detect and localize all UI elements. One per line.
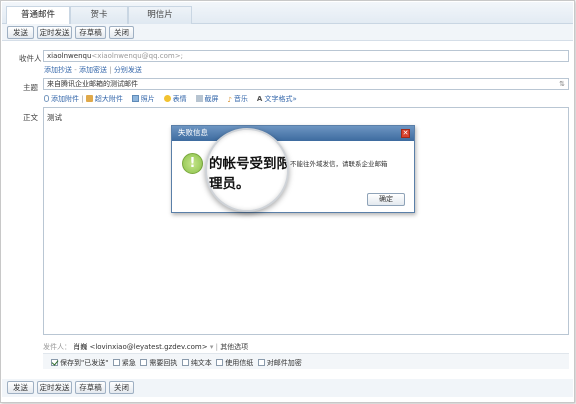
- close-icon[interactable]: ✕: [401, 129, 410, 138]
- checkbox[interactable]: [181, 359, 189, 366]
- dialog-title: 失败信息: [172, 126, 414, 141]
- magnifier-lens: 的帐号受到限制 理员。: [205, 128, 289, 212]
- chevron-right-icon: »: [292, 95, 297, 103]
- recipient-input[interactable]: xiaolnwenqu<xiaolnwenqu@qq.com>;: [43, 50, 569, 62]
- sender-label: 发件人：: [43, 343, 71, 351]
- recipient-label: 收件人: [19, 54, 42, 63]
- screenshot-link[interactable]: 截屏: [195, 95, 219, 103]
- option-stationery[interactable]: 使用信纸: [216, 359, 253, 367]
- options-list: 保存到"已发送" 紧急 需要回执 纯文本 使用信纸 对邮件加密: [51, 358, 302, 368]
- body-text: 测试: [47, 113, 62, 122]
- large-attachment-icon: [85, 95, 93, 102]
- add-bcc-link[interactable]: 添加密送: [79, 66, 107, 74]
- sender-email[interactable]: <lovinxiao@leyatest.gzdev.com>: [89, 343, 207, 351]
- save-draft-button[interactable]: 存草稿: [75, 381, 106, 394]
- checkbox[interactable]: [140, 359, 148, 366]
- subject-style-icon[interactable]: ⇅: [559, 79, 565, 89]
- send-button[interactable]: 发送: [7, 381, 34, 394]
- tab-postcard[interactable]: 明信片: [128, 6, 192, 24]
- emoji-link[interactable]: 表情: [163, 95, 187, 103]
- body-label: 正文: [23, 113, 38, 122]
- options-row: 保存到"已发送" 紧急 需要回执 纯文本 使用信纸 对邮件加密: [43, 353, 569, 369]
- text-format-link[interactable]: A 文字格式»: [257, 95, 297, 103]
- checkbox[interactable]: [51, 359, 58, 366]
- sender-row: 发件人： 肖巍 <lovinxiao@leyatest.gzdev.com> ▾…: [43, 342, 248, 352]
- attachment-bar: 添加附件 | 超大附件 照片 表情 截屏 ♪ 音乐 A 文字格式»: [44, 94, 297, 104]
- dialog-message-magnified-line1: 的帐号受到限制: [209, 156, 289, 172]
- option-plain-text[interactable]: 纯文本: [181, 359, 212, 367]
- tab-greeting-card[interactable]: 贺卡: [70, 6, 128, 24]
- checkbox[interactable]: [216, 359, 224, 366]
- photo-link[interactable]: 照片: [131, 95, 155, 103]
- large-attachment-link[interactable]: 超大附件: [85, 95, 123, 103]
- subject-input[interactable]: 来自腾讯企业邮箱的测试邮件 ⇅: [43, 78, 569, 90]
- option-save-sent[interactable]: 保存到"已发送": [51, 359, 108, 367]
- save-draft-button[interactable]: 存草稿: [75, 26, 106, 39]
- link-separator: |: [215, 343, 218, 351]
- tab-normal-mail[interactable]: 普通邮件: [6, 6, 70, 25]
- recipient-address: <xiaolnwenqu@qq.com>;: [91, 52, 183, 60]
- top-toolbar: 发送 定时发送 存草稿 关闭: [2, 24, 573, 40]
- sender-name: 肖巍: [73, 343, 88, 351]
- close-button[interactable]: 关闭: [109, 26, 134, 39]
- music-note-icon: ♪: [227, 96, 232, 104]
- recipient-name: xiaolnwenqu: [47, 52, 92, 60]
- subject-label: 主题: [23, 83, 38, 92]
- close-button[interactable]: 关闭: [109, 381, 134, 394]
- checkbox[interactable]: [257, 359, 265, 366]
- scheduled-send-button[interactable]: 定时发送: [37, 26, 72, 39]
- bottom-toolbar: 发送 定时发送 存草稿 关闭: [2, 379, 573, 397]
- warning-icon: !: [182, 153, 203, 174]
- photo-icon: [131, 95, 139, 102]
- compose-window: 普通邮件 贺卡 明信片 发送 定时发送 存草稿 关闭 收件人 xiaolnwen…: [0, 0, 575, 403]
- link-separator: |: [109, 66, 112, 74]
- paperclip-icon: [44, 95, 49, 102]
- ok-button[interactable]: 确定: [367, 193, 405, 206]
- toolbar-divider: [2, 40, 573, 41]
- option-urgent[interactable]: 紧急: [112, 359, 136, 367]
- link-separator: -: [74, 66, 77, 74]
- font-a-icon: A: [256, 95, 263, 103]
- cc-links: 添加抄送 - 添加密送 | 分别发送: [44, 65, 142, 75]
- scheduled-send-button[interactable]: 定时发送: [37, 381, 72, 394]
- chevron-down-icon[interactable]: ▾: [210, 343, 214, 351]
- music-link[interactable]: ♪ 音乐: [227, 95, 247, 104]
- separate-send-link[interactable]: 分别发送: [114, 66, 142, 74]
- add-attachment-link[interactable]: 添加附件: [44, 95, 79, 103]
- send-button[interactable]: 发送: [7, 26, 34, 39]
- dialog-message-magnified-line2: 理员。: [209, 176, 250, 192]
- subject-value: 来自腾讯企业邮箱的测试邮件: [47, 80, 138, 88]
- other-options-link[interactable]: 其他选项: [220, 343, 248, 351]
- dialog-message-small: 不能往外域发信，请联系企业邮箱: [290, 160, 388, 168]
- option-receipt[interactable]: 需要回执: [140, 359, 177, 367]
- compose-tab-bar: 普通邮件 贺卡 明信片: [2, 2, 573, 25]
- option-encrypt[interactable]: 对邮件加密: [257, 359, 302, 367]
- link-separator: |: [81, 95, 84, 103]
- scissors-icon: [195, 95, 203, 102]
- add-cc-link[interactable]: 添加抄送: [44, 66, 72, 74]
- smiley-icon: [163, 95, 171, 102]
- checkbox[interactable]: [112, 359, 120, 366]
